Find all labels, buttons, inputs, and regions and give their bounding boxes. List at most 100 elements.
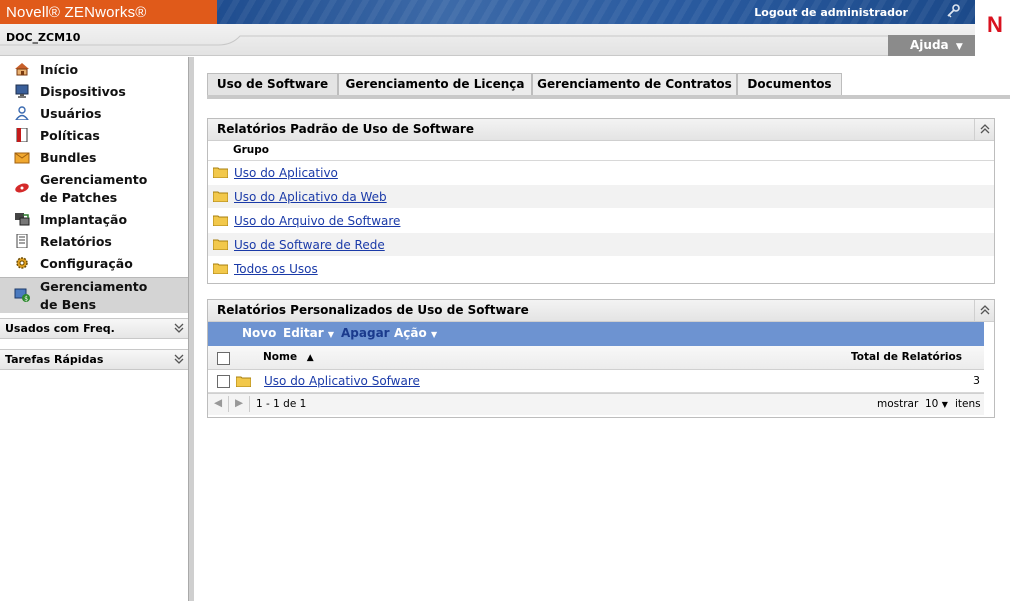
asset-icon: $ bbox=[14, 288, 30, 302]
sidebar-item-dispositivos[interactable]: Dispositivos bbox=[0, 83, 188, 105]
tab-uso-de-software[interactable]: Uso de Software bbox=[207, 73, 338, 95]
report-link[interactable]: Uso do Aplicativo Sofware bbox=[264, 374, 420, 388]
items-label: itens bbox=[955, 398, 981, 410]
pager-divider bbox=[228, 396, 229, 412]
page-size-select[interactable]: 10 ▼ bbox=[925, 398, 948, 410]
sidebar-item-bundles[interactable]: Bundles bbox=[0, 149, 188, 171]
folder-icon bbox=[213, 215, 228, 226]
brand-name: Novell® ZENworks® bbox=[6, 4, 147, 21]
list-item: Uso do Arquivo de Software bbox=[208, 209, 994, 233]
key-icon[interactable] bbox=[945, 4, 961, 18]
folder-icon bbox=[213, 191, 228, 202]
deploy-icon bbox=[15, 213, 30, 226]
section-title: Tarefas Rápidas bbox=[5, 353, 104, 366]
panel-header: Relatórios Padrão de Uso de Software bbox=[208, 119, 994, 141]
prev-page-icon[interactable]: ◀ bbox=[214, 397, 222, 409]
chevron-down-icon: ▼ bbox=[941, 400, 948, 409]
page-size-value: 10 bbox=[925, 398, 939, 410]
show-label: mostrar bbox=[877, 398, 919, 410]
list-item: Uso do Aplicativo da Web bbox=[208, 185, 994, 209]
tab-gerenciamento-contratos[interactable]: Gerenciamento de Contratos bbox=[532, 73, 737, 95]
bundle-icon bbox=[14, 152, 30, 164]
list-item: Uso de Software de Rede bbox=[208, 233, 994, 257]
column-header-total: Total de Relatórios bbox=[851, 351, 962, 363]
tab-label: Gerenciamento de Contratos bbox=[537, 77, 732, 91]
action-label: Ação bbox=[394, 326, 427, 340]
sidebar-item-label: Relatórios bbox=[40, 234, 112, 249]
frequently-used-section[interactable]: Usados com Freq. bbox=[0, 318, 188, 339]
report-link[interactable]: Uso do Aplicativo bbox=[234, 166, 338, 180]
report-link[interactable]: Uso do Aplicativo da Web bbox=[234, 190, 387, 204]
sidebar-item-relatorios[interactable]: Relatórios bbox=[0, 233, 188, 255]
sidebar-item-patches[interactable]: Gerenciamento de Patches bbox=[0, 171, 188, 211]
help-menu[interactable]: Ajuda ▼ bbox=[888, 35, 975, 56]
tab-gerenciamento-licenca[interactable]: Gerenciamento de Licença bbox=[338, 73, 532, 95]
help-label: Ajuda bbox=[910, 38, 949, 52]
select-all-checkbox[interactable] bbox=[217, 352, 230, 365]
custom-reports-panel: Relatórios Personalizados de Uso de Soft… bbox=[207, 299, 995, 418]
novell-logo: N bbox=[987, 12, 1003, 37]
grid-toolbar: Novo Editar ▼ Apagar Ação ▼ bbox=[208, 322, 984, 346]
sidebar-item-implantacao[interactable]: Implantação bbox=[0, 211, 188, 233]
folder-icon bbox=[236, 376, 251, 387]
sidebar-item-bens[interactable]: $ Gerenciamento de Bens bbox=[0, 277, 188, 313]
tab-documentos[interactable]: Documentos bbox=[737, 73, 842, 95]
chevron-up-icon bbox=[980, 124, 990, 134]
column-label: Nome bbox=[263, 351, 298, 363]
sort-ascending-icon: ▲ bbox=[306, 353, 314, 363]
sidebar-item-usuarios[interactable]: Usuários bbox=[0, 105, 188, 127]
standard-reports-panel: Relatórios Padrão de Uso de Software Gru… bbox=[207, 118, 995, 284]
sidebar-splitter[interactable] bbox=[188, 57, 194, 601]
list-item: Todos os Usos bbox=[208, 257, 994, 281]
tab-label: Uso de Software bbox=[216, 77, 329, 91]
report-link[interactable]: Uso de Software de Rede bbox=[234, 238, 385, 252]
sidebar-item-label: Bundles bbox=[40, 150, 97, 165]
chevron-down-icon: ▼ bbox=[430, 330, 438, 339]
sidebar-item-politicas[interactable]: Políticas bbox=[0, 127, 188, 149]
patch-icon bbox=[15, 183, 29, 193]
action-menu[interactable]: Ação ▼ bbox=[394, 326, 437, 340]
report-link[interactable]: Todos os Usos bbox=[234, 262, 318, 276]
folder-icon bbox=[213, 263, 228, 274]
quick-tasks-section[interactable]: Tarefas Rápidas bbox=[0, 349, 188, 370]
tab-label: Gerenciamento de Licença bbox=[345, 77, 525, 91]
column-header-name[interactable]: Nome ▲ bbox=[263, 351, 314, 363]
page-range: 1 - 1 de 1 bbox=[256, 398, 307, 410]
policy-icon bbox=[16, 128, 28, 142]
home-icon bbox=[15, 63, 29, 76]
column-header-grupo: Grupo bbox=[208, 141, 994, 161]
zone-name: DOC_ZCM10 bbox=[6, 31, 81, 44]
sidebar-item-configuracao[interactable]: Configuração bbox=[0, 255, 188, 277]
brand-bar: Novell® ZENworks® bbox=[0, 0, 217, 24]
panel-title: Relatórios Padrão de Uso de Software bbox=[217, 122, 474, 136]
chevron-down-icon[interactable] bbox=[172, 321, 186, 335]
collapse-button[interactable] bbox=[974, 119, 994, 140]
sidebar-item-label: Gerenciamento de Patches bbox=[40, 172, 148, 205]
grid-header: Nome ▲ Total de Relatórios bbox=[208, 346, 984, 370]
custom-reports-grid: Novo Editar ▼ Apagar Ação ▼ Nome ▲ Total… bbox=[208, 300, 984, 418]
gear-icon bbox=[16, 257, 28, 269]
folder-icon bbox=[213, 167, 228, 178]
svg-text:$: $ bbox=[24, 296, 28, 303]
zone-bar-curve bbox=[0, 35, 975, 46]
logout-link[interactable]: Logout de administrador bbox=[754, 6, 908, 19]
pagination-bar: ◀ ▶ 1 - 1 de 1 mostrar 10 ▼ itens bbox=[208, 393, 984, 415]
sidebar-item-label: Implantação bbox=[40, 212, 128, 227]
tab-underline bbox=[207, 95, 1010, 99]
new-button[interactable]: Novo bbox=[242, 326, 276, 340]
chevron-down-icon[interactable] bbox=[172, 352, 186, 366]
tab-label: Documentos bbox=[747, 77, 832, 91]
row-checkbox[interactable] bbox=[217, 375, 230, 388]
sidebar: Início Dispositivos Usuários Políticas B… bbox=[0, 57, 188, 601]
list-item: Uso do Aplicativo bbox=[208, 161, 994, 185]
monitor-icon bbox=[15, 84, 29, 98]
folder-icon bbox=[213, 239, 228, 250]
next-page-icon[interactable]: ▶ bbox=[235, 397, 243, 409]
delete-button[interactable]: Apagar bbox=[341, 326, 390, 340]
report-link[interactable]: Uso do Arquivo de Software bbox=[234, 214, 400, 228]
chevron-down-icon: ▼ bbox=[327, 330, 334, 339]
sidebar-item-label: Gerenciamento de Bens bbox=[40, 279, 148, 312]
user-icon bbox=[15, 106, 29, 120]
sidebar-item-inicio[interactable]: Início bbox=[0, 61, 188, 83]
edit-menu[interactable]: Editar ▼ bbox=[283, 326, 334, 340]
